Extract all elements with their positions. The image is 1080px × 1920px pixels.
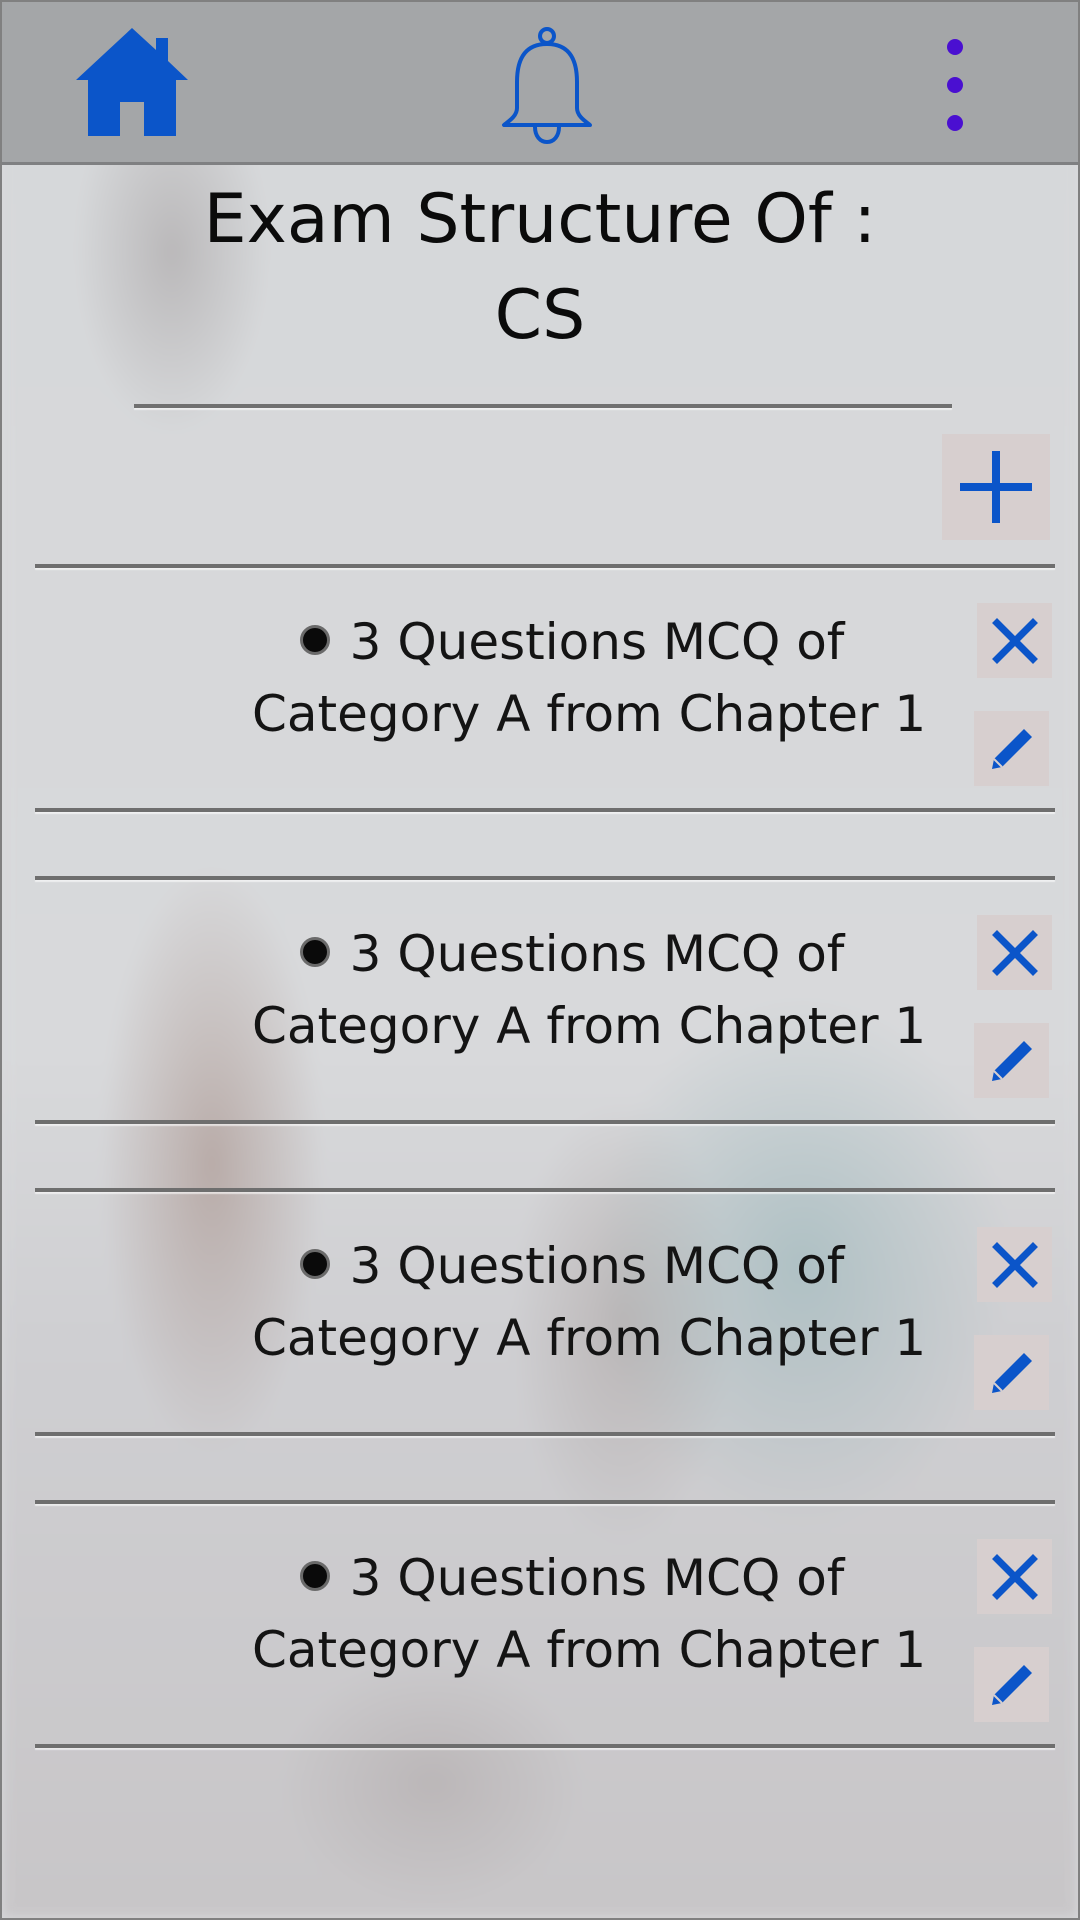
home-icon[interactable] bbox=[72, 24, 192, 144]
page-title-line2: CS bbox=[494, 276, 586, 355]
pencil-icon bbox=[992, 729, 1032, 769]
divider bbox=[35, 808, 1055, 812]
item-text-line2: Category A from Chapter 1 bbox=[252, 1309, 927, 1367]
pencil-icon bbox=[992, 1353, 1032, 1393]
list-item: 3 Questions MCQ of Category A from Chapt… bbox=[2, 880, 1078, 1124]
item-text-line1: 3 Questions MCQ of bbox=[349, 613, 845, 671]
edit-button[interactable] bbox=[974, 1023, 1049, 1098]
title-divider bbox=[134, 404, 952, 408]
top-app-bar bbox=[2, 2, 1078, 165]
item-text-line2: Category A from Chapter 1 bbox=[252, 685, 927, 743]
close-icon bbox=[992, 1242, 1038, 1288]
delete-button[interactable] bbox=[977, 603, 1052, 678]
item-text-line1: 3 Questions MCQ of bbox=[349, 925, 845, 983]
close-icon bbox=[992, 618, 1038, 664]
add-question-button[interactable] bbox=[942, 434, 1050, 540]
item-description: 3 Questions MCQ of Category A from Chapt… bbox=[252, 918, 927, 1062]
more-vertical-icon[interactable] bbox=[932, 32, 977, 142]
edit-button[interactable] bbox=[974, 1647, 1049, 1722]
item-description: 3 Questions MCQ of Category A from Chapt… bbox=[252, 606, 927, 750]
divider bbox=[35, 1744, 1055, 1748]
edit-button[interactable] bbox=[974, 1335, 1049, 1410]
bullet-icon bbox=[299, 1248, 330, 1279]
close-icon bbox=[992, 1554, 1038, 1600]
item-text-line2: Category A from Chapter 1 bbox=[252, 1621, 927, 1679]
delete-button[interactable] bbox=[977, 915, 1052, 990]
item-text-line1: 3 Questions MCQ of bbox=[349, 1549, 845, 1607]
bullet-icon bbox=[299, 1560, 330, 1591]
item-text-line1: 3 Questions MCQ of bbox=[349, 1237, 845, 1295]
page-title: Exam Structure Of : CS bbox=[2, 172, 1078, 364]
divider bbox=[35, 1120, 1055, 1124]
list-item: 3 Questions MCQ of Category A from Chapt… bbox=[2, 1192, 1078, 1436]
delete-button[interactable] bbox=[977, 1539, 1052, 1614]
item-description: 3 Questions MCQ of Category A from Chapt… bbox=[252, 1230, 927, 1374]
delete-button[interactable] bbox=[977, 1227, 1052, 1302]
list-item: 3 Questions MCQ of Category A from Chapt… bbox=[2, 1504, 1078, 1748]
app-screen: Exam Structure Of : CS 3 Questions MCQ o… bbox=[0, 0, 1080, 1920]
close-icon bbox=[992, 930, 1038, 976]
item-text-line2: Category A from Chapter 1 bbox=[252, 997, 927, 1055]
divider bbox=[35, 1432, 1055, 1436]
pencil-icon bbox=[992, 1665, 1032, 1705]
bell-icon[interactable] bbox=[497, 26, 597, 148]
bullet-icon bbox=[299, 936, 330, 967]
list-item: 3 Questions MCQ of Category A from Chapt… bbox=[2, 568, 1078, 812]
item-description: 3 Questions MCQ of Category A from Chapt… bbox=[252, 1542, 927, 1686]
edit-button[interactable] bbox=[974, 711, 1049, 786]
page-title-line1: Exam Structure Of : bbox=[203, 180, 877, 259]
plus-icon bbox=[960, 451, 1032, 523]
pencil-icon bbox=[992, 1041, 1032, 1081]
bullet-icon bbox=[299, 624, 330, 655]
